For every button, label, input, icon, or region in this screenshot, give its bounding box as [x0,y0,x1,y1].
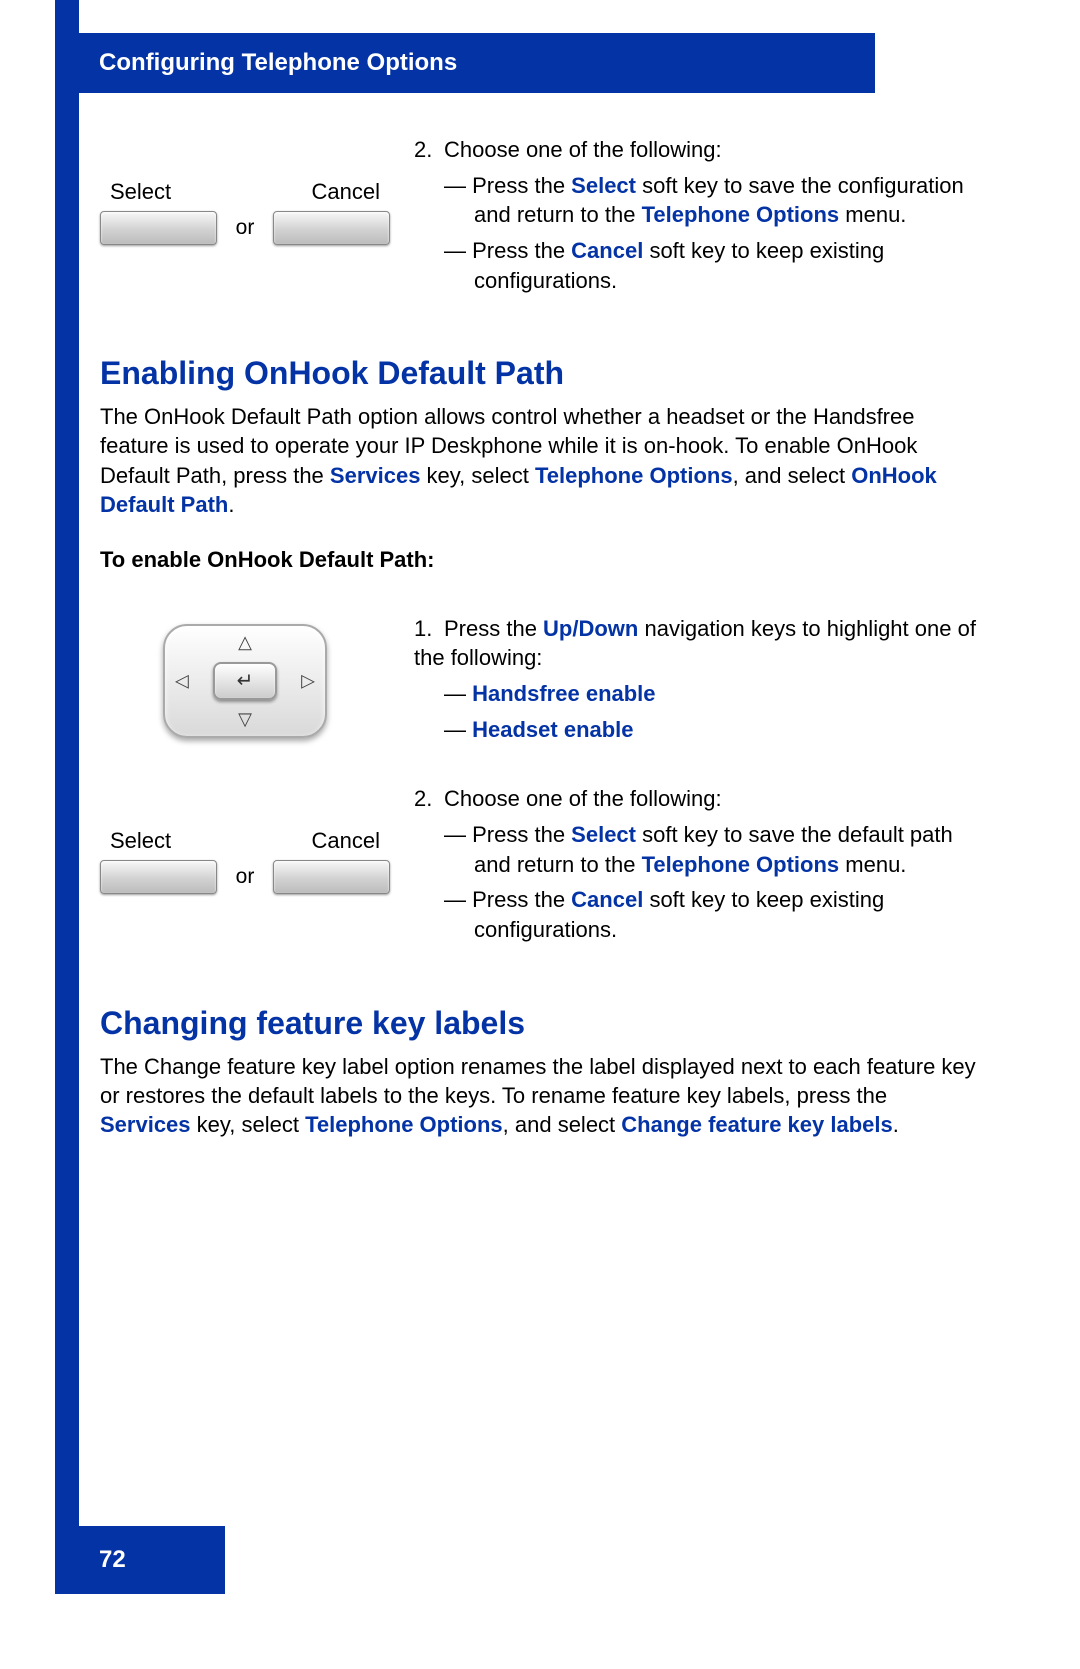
header-title: Configuring Telephone Options [99,49,457,77]
softkey-labels: Select Cancel [100,828,390,860]
page-number: 72 [99,1546,126,1574]
step-lead: Choose one of the following: [444,137,722,162]
instructions-mid1: 1.Press the Up/Down navigation keys to h… [414,614,980,745]
dash: — [444,681,466,706]
left-arrow-icon: ◁ [175,670,189,691]
step1-mid-line: 1.Press the Up/Down navigation keys to h… [414,614,980,673]
or-text: or [230,216,261,240]
step-number: 2. [414,784,444,814]
step-number: 2. [414,135,444,165]
select-softkey [100,860,217,894]
section1-para: The OnHook Default Path option allows co… [100,402,980,518]
section1-title: Enabling OnHook Default Path [100,355,980,392]
telopt-bold: Telephone Options [305,1112,503,1137]
step2-top-row: Select Cancel or 2.Choose one of the fol… [100,135,980,295]
dash: — [444,173,466,198]
dash: — [444,717,466,742]
step2-top-lead: 2.Choose one of the following: [414,135,980,165]
footer-bar: 72 [55,1526,225,1594]
bold: Cancel [571,238,643,263]
step2-mid-row: Select Cancel or 2.Choose one of the fol… [100,784,980,944]
txt: The Change feature key label option rena… [100,1054,976,1108]
dash-item: — Handsfree enable [414,679,980,709]
step2-mid-lead: 2.Choose one of the following: [414,784,980,814]
softkey-buttons: or [100,211,390,245]
nav-pad: △ ▽ ◁ ▷ ↵ [163,624,327,738]
right-arrow-icon: ▷ [301,670,315,691]
txt: . [228,492,234,517]
left-blue-strip [55,0,79,1594]
dash-item: — Press the Cancel soft key to keep exis… [414,885,980,944]
txt: menu. [839,852,906,877]
down-arrow-icon: ▽ [238,709,252,730]
dash: — [444,887,466,912]
navkey-illustration: △ ▽ ◁ ▷ ↵ [100,614,390,745]
services-bold: Services [330,463,421,488]
cancel-label: Cancel [312,828,380,854]
navkey-row: △ ▽ ◁ ▷ ↵ 1.Press the Up/Down navigation… [100,614,980,745]
txt: Press the [444,616,543,641]
up-arrow-icon: △ [238,632,252,653]
content-area: Select Cancel or 2.Choose one of the fol… [100,135,980,1153]
dash: — [444,822,466,847]
bold: Telephone Options [642,202,840,227]
cancel-softkey [273,860,390,894]
chg-bold: Change feature key labels [621,1112,892,1137]
dash-item: — Press the Select soft key to save the … [414,171,980,230]
txt: , and select [503,1112,622,1137]
section2-para: The Change feature key label option rena… [100,1052,980,1139]
section2-title: Changing feature key labels [100,1005,980,1042]
txt: . [893,1112,899,1137]
txt: Press the [472,173,571,198]
instructions-top: 2.Choose one of the following: — Press t… [414,135,980,295]
page: Configuring Telephone Options Select Can… [0,0,1080,1669]
bold: Telephone Options [642,852,840,877]
txt: key, select [420,463,535,488]
bold: Select [571,173,636,198]
select-label: Select [110,179,171,205]
header-bar: Configuring Telephone Options [55,33,875,93]
step-number: 1. [414,614,444,644]
txt: Press the [472,887,571,912]
txt: Press the [472,822,571,847]
dash-item: — Headset enable [414,715,980,745]
softkey-block-top: Select Cancel or [100,135,390,295]
or-text: or [230,865,261,889]
opt1: Handsfree enable [472,681,655,706]
txt: , and select [733,463,852,488]
bold: Select [571,822,636,847]
services-bold: Services [100,1112,191,1137]
enter-key-icon: ↵ [213,662,277,700]
softkey-block-mid: Select Cancel or [100,784,390,944]
cancel-label: Cancel [312,179,380,205]
txt: key, select [191,1112,306,1137]
dash-item: — Press the Cancel soft key to keep exis… [414,236,980,295]
opt2: Headset enable [472,717,633,742]
step-lead: Choose one of the following: [444,786,722,811]
softkey-buttons: or [100,860,390,894]
txt: Press the [472,238,571,263]
section1-sub: To enable OnHook Default Path: [100,545,980,574]
instructions-mid2: 2.Choose one of the following: — Press t… [414,784,980,944]
bold: Cancel [571,887,643,912]
txt: menu. [839,202,906,227]
dash-item: — Press the Select soft key to save the … [414,820,980,879]
cancel-softkey [273,211,390,245]
select-softkey [100,211,217,245]
telopt-bold: Telephone Options [535,463,733,488]
dash: — [444,238,466,263]
select-label: Select [110,828,171,854]
updown-bold: Up/Down [543,616,638,641]
softkey-labels: Select Cancel [100,179,390,211]
